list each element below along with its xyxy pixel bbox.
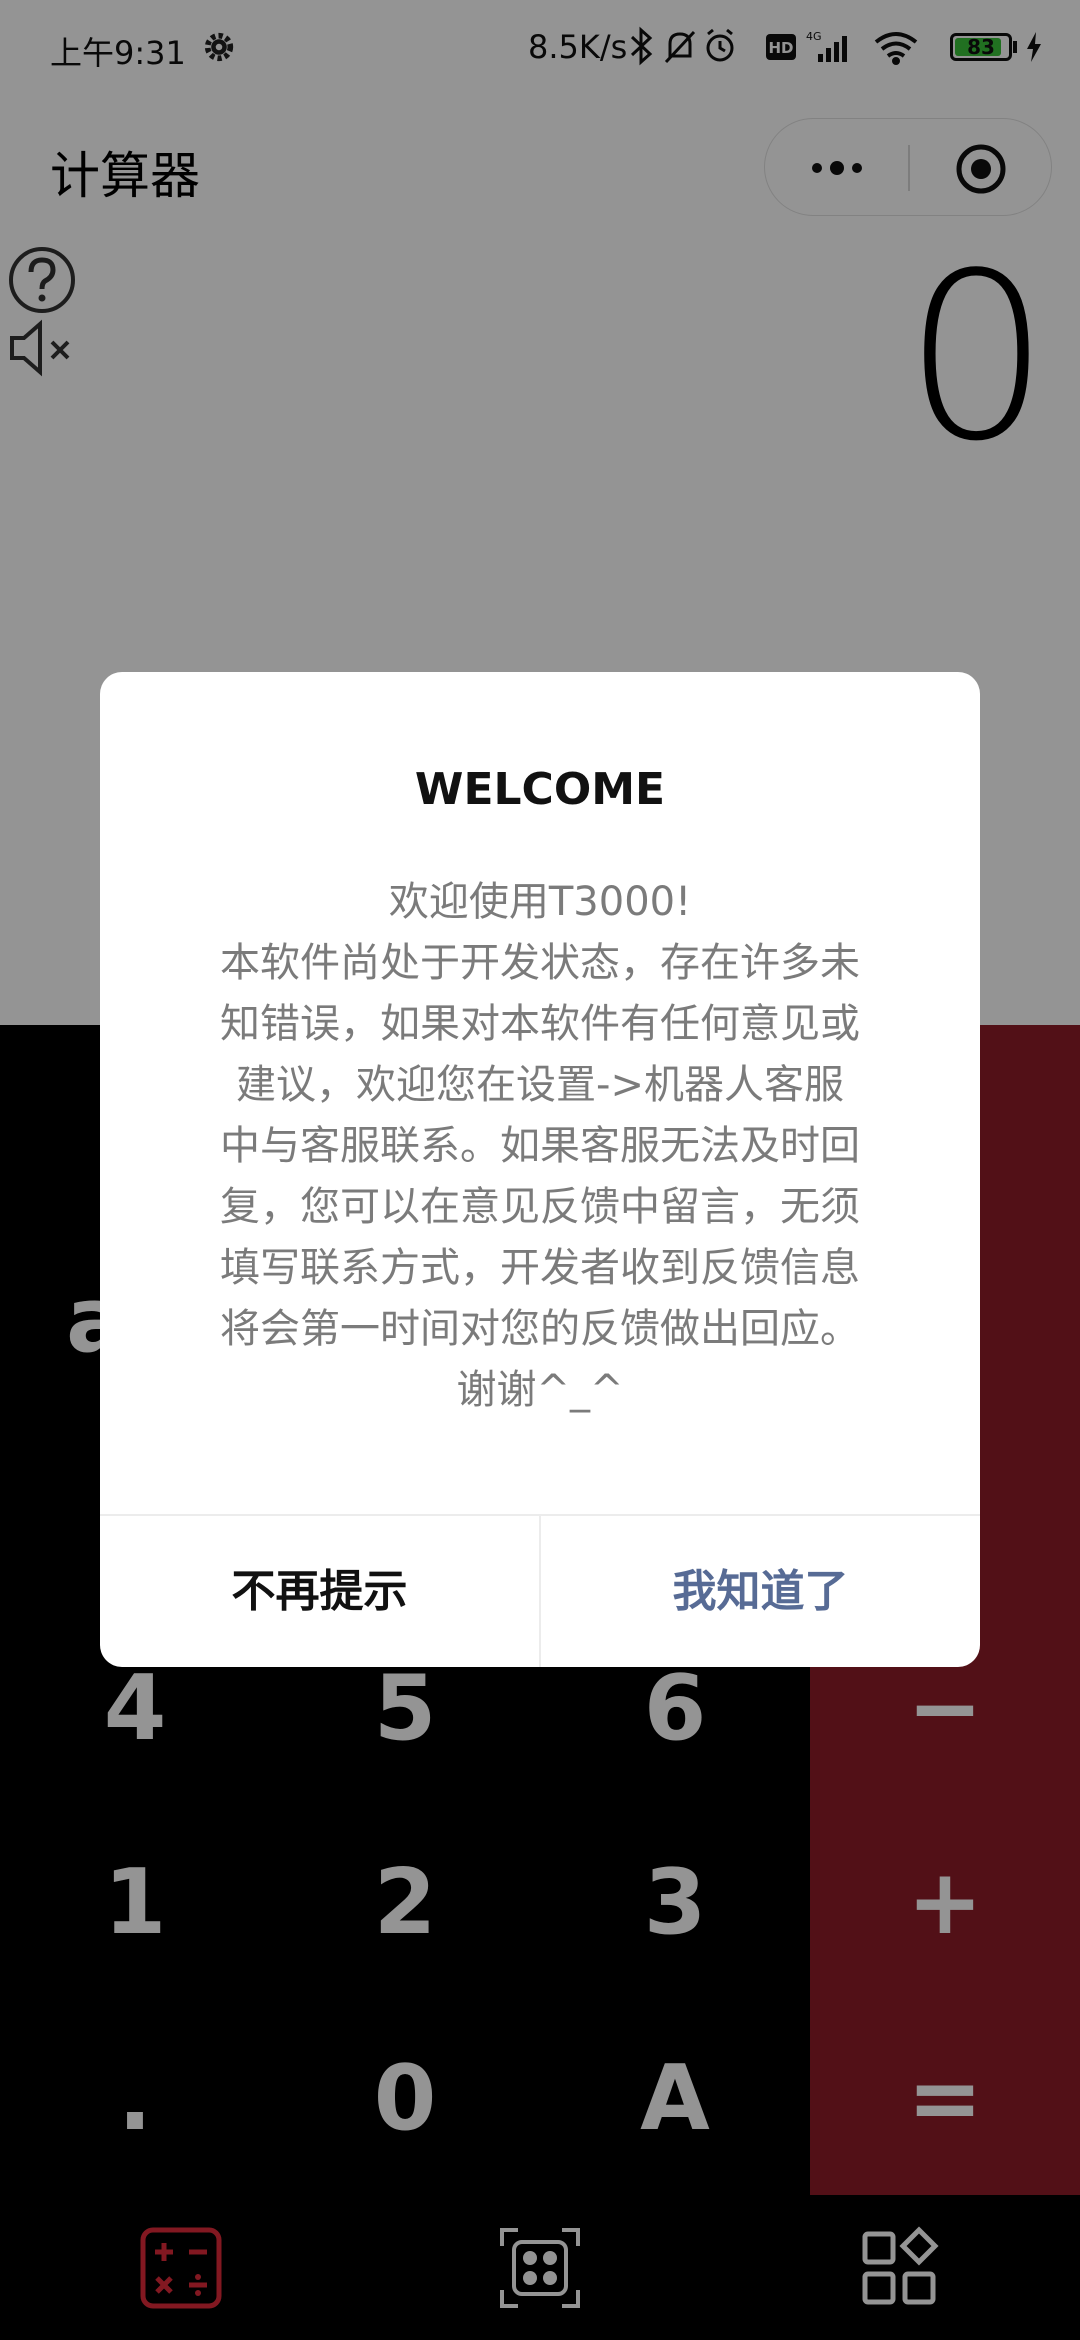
dialog-message: 欢迎使用T3000! 本软件尚处于开发状态，存在许多未 知错误，如果对本软件有任… <box>162 872 918 1421</box>
dialog-line: 谢谢^_^ <box>456 1367 624 1413</box>
dialog-line: 知错误，如果对本软件有任何意见或 <box>220 1001 860 1047</box>
got-it-button[interactable]: 我知道了 <box>541 1516 980 1667</box>
dialog-line: 复，您可以在意见反馈中留言，无须 <box>220 1184 860 1230</box>
dialog-line: 将会第一时间对您的反馈做出回应。 <box>220 1306 860 1352</box>
dialog-title: WELCOME <box>414 764 666 815</box>
dialog-line: 欢迎使用T3000! <box>388 879 692 925</box>
welcome-dialog: WELCOME 欢迎使用T3000! 本软件尚处于开发状态，存在许多未 知错误，… <box>100 672 980 1667</box>
dialog-line: 建议，欢迎您在设置->机器人客服 <box>236 1062 844 1108</box>
dialog-line: 中与客服联系。如果客服无法及时回 <box>220 1123 860 1169</box>
dialog-line: 本软件尚处于开发状态，存在许多未 <box>220 940 860 986</box>
dialog-line: 填写联系方式，开发者收到反馈信息 <box>220 1245 860 1291</box>
dont-show-again-button[interactable]: 不再提示 <box>100 1516 539 1667</box>
